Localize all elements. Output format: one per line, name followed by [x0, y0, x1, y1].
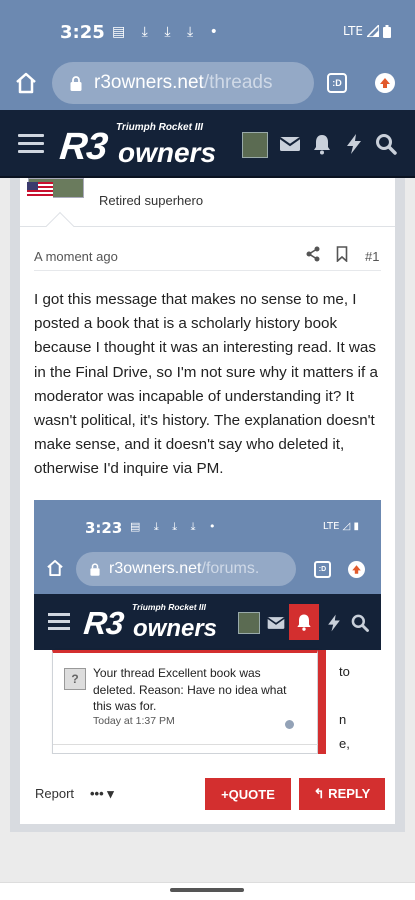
- embedded-behind-text-1: to: [339, 664, 350, 679]
- logo-main: R3: [57, 126, 109, 168]
- logo-sub: Triumph Rocket III: [116, 122, 204, 133]
- search-icon[interactable]: [374, 132, 398, 156]
- user-title: Retired superhero: [99, 193, 204, 208]
- url-host: r3owners.net: [94, 72, 204, 93]
- home-gesture-handle[interactable]: [170, 888, 244, 892]
- status-notification-icons: ▤ ⤓ ⤓ ⤓ •: [112, 24, 224, 40]
- divider: [20, 226, 395, 227]
- status-time: 3:25: [60, 22, 105, 43]
- mail-icon[interactable]: [278, 132, 302, 156]
- attached-screenshot[interactable]: 3:23 ▤ ⤓ ⤓ ⤓ • LTE ◿ ▮ r3owners.net/foru…: [34, 500, 381, 754]
- lightning-icon[interactable]: [342, 132, 366, 156]
- embedded-site-header: R3 Triumph Rocket III owners: [34, 594, 381, 650]
- embedded-behind-text-2: n: [339, 712, 347, 727]
- embedded-notification-divider: [53, 744, 319, 745]
- embedded-user-avatar: [238, 612, 260, 634]
- embedded-lock-icon: [90, 562, 100, 576]
- embedded-notification-accent: [318, 650, 326, 754]
- bookmark-icon[interactable]: [336, 246, 348, 262]
- embedded-bell-icon: [289, 604, 319, 640]
- reply-button[interactable]: ↰ REPLY: [299, 778, 385, 810]
- post-body: I got this message that makes no sense t…: [34, 291, 378, 478]
- embedded-notification-popup: ? Your thread Excellent book was deleted…: [52, 650, 319, 754]
- quote-button[interactable]: +QUOTE: [205, 778, 291, 810]
- embedded-network-label: LTE: [322, 521, 340, 532]
- embedded-lightning-icon: [328, 614, 340, 632]
- tabs-icon[interactable]: :D: [327, 73, 347, 93]
- home-icon[interactable]: [12, 69, 40, 97]
- status-bar: 3:25 ▤ ⤓ ⤓ ⤓ • LTE: [0, 0, 415, 56]
- site-header: R3 Triumph Rocket III owners: [0, 110, 415, 178]
- embedded-url-host: r3owners.net: [109, 560, 202, 577]
- battery-icon: [383, 24, 391, 38]
- lock-icon: [70, 75, 82, 91]
- status-right: LTE: [343, 24, 391, 38]
- embedded-tabs-icon: :D: [314, 561, 331, 578]
- embedded-update-icon: [348, 561, 365, 578]
- bell-icon[interactable]: [310, 132, 334, 156]
- embedded-browser-toolbar: r3owners.net/forums. :D: [34, 544, 381, 594]
- post-timestamp[interactable]: A moment ago: [34, 249, 118, 264]
- more-options-menu[interactable]: ••• ▾: [90, 786, 114, 802]
- browser-toolbar: r3owners.net/threads :D: [0, 56, 415, 110]
- hamburger-icon[interactable]: [18, 134, 44, 154]
- embedded-notification-avatar: ?: [64, 668, 86, 690]
- embedded-logo-owners: owners: [133, 615, 218, 642]
- embedded-notification-icons: ▤ ⤓ ⤓ ⤓ •: [130, 520, 221, 533]
- post-number[interactable]: #1: [365, 249, 379, 264]
- embedded-network: LTE ◿ ▮: [322, 521, 359, 532]
- embedded-logo-main: R3: [82, 605, 125, 641]
- embedded-search-icon: [351, 614, 369, 632]
- address-bar[interactable]: r3owners.net/threads: [52, 62, 314, 104]
- update-icon[interactable]: [375, 73, 395, 93]
- embedded-home-icon: [47, 559, 63, 577]
- embedded-behind-text-3: e,: [339, 736, 350, 751]
- embedded-logo-sub: Triumph Rocket III: [132, 602, 206, 612]
- meta-divider: [34, 270, 381, 271]
- embedded-notification-time: Today at 1:37 PM: [93, 715, 175, 727]
- embedded-site-logo: R3 Triumph Rocket III owners: [82, 600, 229, 644]
- embedded-url-path: /forums.: [201, 560, 260, 577]
- embedded-status-bar: 3:23 ▤ ⤓ ⤓ ⤓ • LTE ◿ ▮: [34, 500, 381, 544]
- us-flag-icon: [27, 182, 53, 198]
- site-logo[interactable]: R3 Triumph Rocket III owners: [57, 120, 232, 170]
- embedded-notification-text: Your thread Excellent book was deleted. …: [93, 666, 287, 713]
- embedded-unread-dot: [285, 720, 294, 729]
- signal-icon: [367, 25, 379, 37]
- url-path: /threads: [203, 72, 273, 93]
- report-link[interactable]: Report: [35, 786, 74, 801]
- embedded-address-bar: r3owners.net/forums.: [76, 552, 296, 586]
- share-icon[interactable]: [305, 246, 321, 262]
- embedded-hamburger-icon: [48, 613, 70, 631]
- embedded-time: 3:23: [85, 519, 123, 537]
- embedded-mail-icon: [267, 617, 285, 629]
- user-avatar[interactable]: [242, 132, 268, 158]
- logo-owners: owners: [118, 137, 217, 168]
- network-label: LTE: [343, 24, 363, 38]
